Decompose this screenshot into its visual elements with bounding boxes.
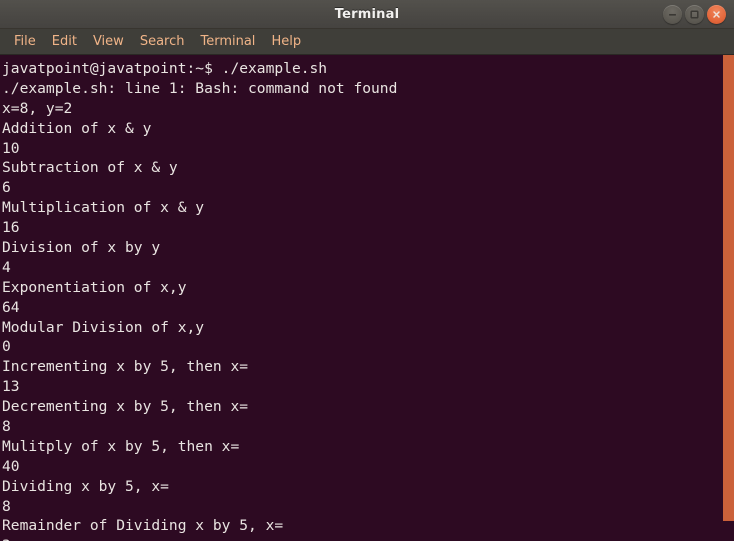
close-icon [713, 10, 720, 18]
terminal-line: Incrementing x by 5, then x= [2, 358, 249, 376]
title-bar[interactable]: Terminal [0, 0, 734, 29]
terminal-line: Exponentiation of x,y [2, 278, 187, 296]
menu-bar: File Edit View Search Terminal Help [0, 29, 734, 55]
menu-item-terminal[interactable]: Terminal [192, 32, 263, 52]
terminal-line: Decrementing x by 5, then x= [2, 398, 249, 416]
menu-item-search[interactable]: Search [132, 32, 193, 52]
terminal-line: 13 [2, 378, 20, 396]
terminal-line: javatpoint@javatpoint:~$ ./example.sh [2, 60, 328, 77]
terminal-window: Terminal File Edit View Search Terminal … [0, 0, 734, 541]
menu-item-view[interactable]: View [85, 32, 132, 52]
terminal-line: 6 [2, 179, 11, 197]
terminal-line: Remainder of Dividing x by 5, x= [2, 517, 284, 535]
maximize-icon [690, 9, 699, 19]
minimize-button[interactable] [663, 4, 682, 24]
terminal-line: 3 [2, 536, 723, 541]
terminal-line: Modular Division of x,y [2, 318, 205, 336]
scrollbar-thumb[interactable] [723, 55, 734, 521]
terminal-line: x=8, y=2 [2, 99, 73, 117]
terminal-line: 8 [2, 418, 11, 436]
terminal-line: Subtraction of x & y [2, 159, 178, 177]
menu-item-help[interactable]: Help [263, 32, 309, 52]
terminal-line: 8 [2, 497, 11, 515]
menu-item-edit[interactable]: Edit [44, 32, 85, 52]
window-controls [663, 0, 726, 28]
terminal-line: Division of x by y [2, 239, 161, 257]
terminal-line: Multiplication of x & y [2, 199, 205, 217]
terminal-line: 16 [2, 219, 20, 237]
terminal-line: 4 [2, 258, 11, 276]
terminal-line: 64 [2, 298, 20, 316]
terminal-line: Dividing x by 5, x= [2, 477, 169, 495]
terminal-scrollbar[interactable] [723, 55, 734, 541]
terminal-line: 10 [2, 139, 20, 157]
window-title: Terminal [334, 6, 400, 22]
terminal-line: 40 [2, 457, 20, 475]
minimize-icon [669, 13, 676, 16]
terminal-line: Mulitply of x by 5, then x= [2, 437, 240, 455]
close-button[interactable] [707, 4, 726, 24]
menu-item-file[interactable]: File [6, 32, 44, 52]
terminal-area[interactable]: javatpoint@javatpoint:~$ ./example.sh ./… [0, 55, 734, 541]
terminal-line: ./example.sh: line 1: Bash: command not … [2, 79, 398, 97]
terminal-output[interactable]: javatpoint@javatpoint:~$ ./example.sh ./… [0, 55, 723, 541]
terminal-line: 0 [2, 338, 11, 356]
maximize-button[interactable] [685, 4, 704, 24]
terminal-line: Addition of x & y [2, 119, 152, 137]
